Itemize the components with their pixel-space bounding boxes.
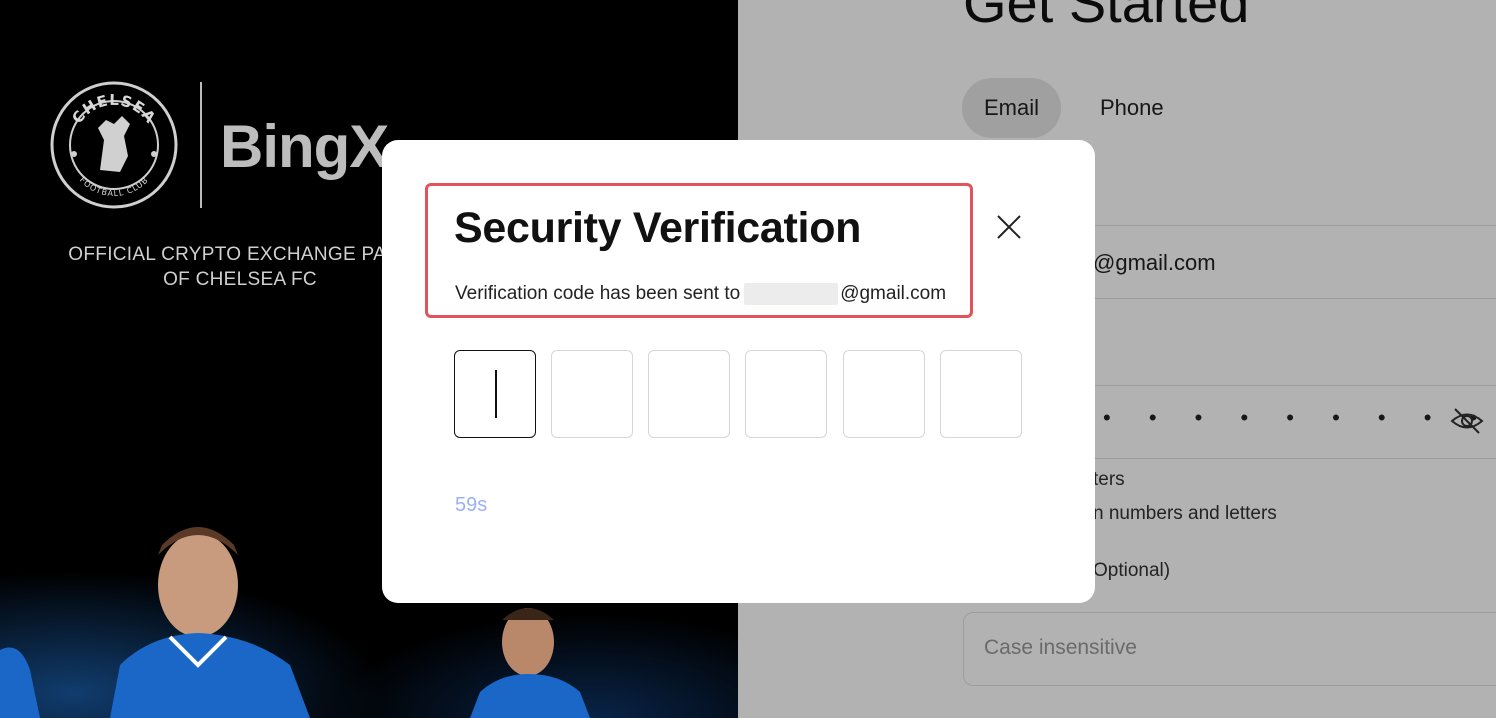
code-digit-input[interactable] (648, 350, 730, 438)
dialog-subtitle: Verification code has been sent to @gmail… (455, 283, 946, 305)
code-digit-input[interactable] (940, 350, 1022, 438)
svg-text:CHELSEA: CHELSEA (68, 91, 159, 127)
partner-line-1: OFFICIAL CRYPTO EXCHANGE PART (68, 244, 412, 265)
subtitle-email-domain: @gmail.com (840, 283, 947, 305)
partner-text: OFFICIAL CRYPTO EXCHANGE PART OF CHELSEA… (50, 242, 430, 292)
player-image (0, 647, 40, 718)
player-image (110, 527, 310, 718)
code-digit-input[interactable] (745, 350, 827, 438)
bingx-logo: BingX (220, 113, 389, 180)
partner-line-2: OF CHELSEA FC (163, 269, 317, 290)
code-digit-input[interactable] (843, 350, 925, 438)
security-verification-dialog: Security Verification Verification code … (382, 140, 1095, 603)
subtitle-text: Verification code has been sent to (455, 283, 741, 305)
dialog-title: Security Verification (454, 204, 862, 252)
code-digit-input[interactable] (551, 350, 633, 438)
player-image (470, 608, 590, 718)
close-icon[interactable] (994, 212, 1024, 242)
logo-divider (200, 82, 202, 208)
svg-text:FOOTBALL CLUB: FOOTBALL CLUB (78, 175, 150, 198)
chelsea-crest-logo: CHELSEA FOOTBALL CLUB (50, 81, 178, 209)
text-caret (495, 370, 497, 418)
redacted-email (744, 283, 839, 305)
resend-countdown: 59s (455, 494, 488, 516)
